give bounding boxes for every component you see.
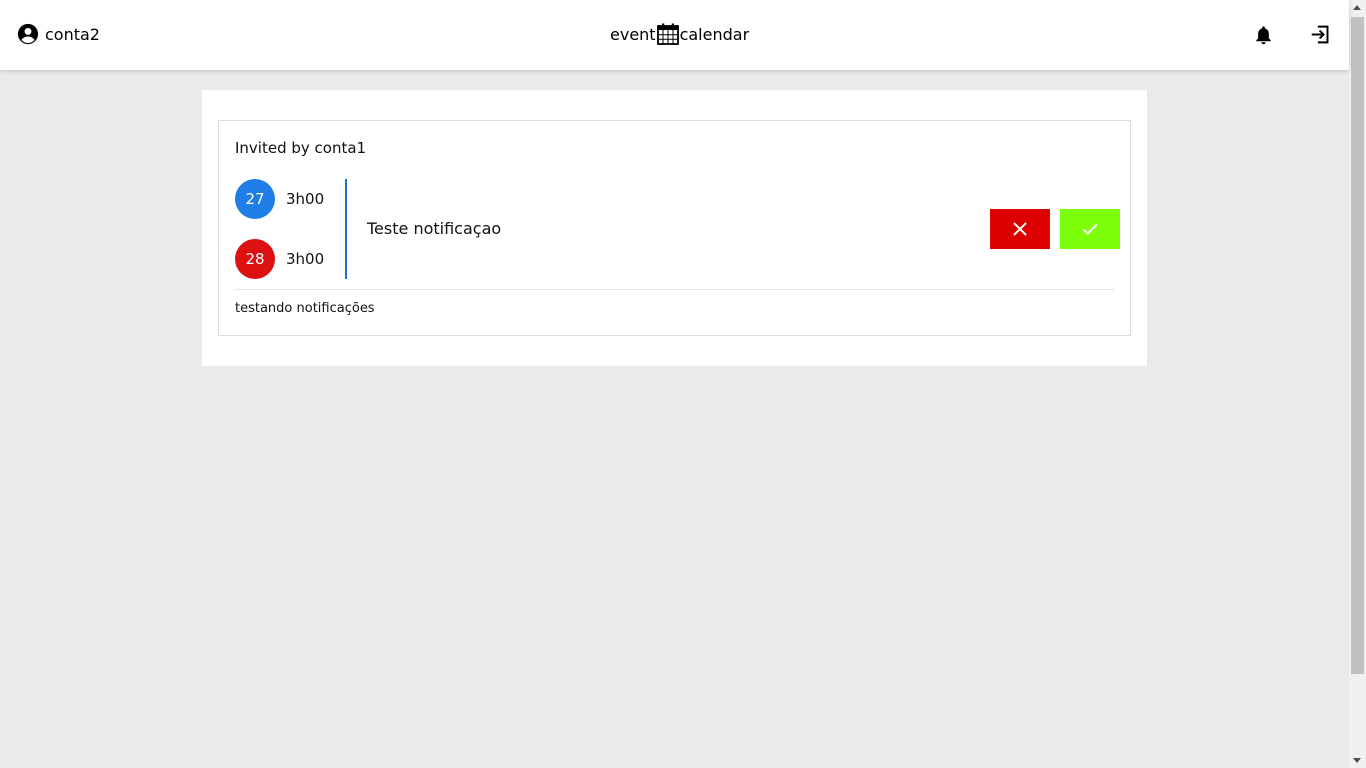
app-logo[interactable]: event calendar	[610, 22, 749, 46]
bell-icon[interactable]	[1253, 24, 1274, 46]
app-viewport: conta2 event calendar Invited by conta1 …	[0, 0, 1349, 768]
invited-by-label: Invited by conta1	[235, 139, 367, 157]
logo-text-right: calendar	[679, 24, 750, 44]
accept-button[interactable]	[1060, 209, 1120, 249]
scroll-down-arrow-icon[interactable]	[1353, 758, 1361, 763]
close-icon	[1013, 222, 1027, 236]
top-bar: conta2 event calendar	[0, 0, 1349, 70]
invites-panel: Invited by conta1 27 3h00 28 3h00 Teste …	[202, 90, 1147, 366]
logo-text-left: event	[610, 24, 656, 44]
user-circle-icon	[17, 23, 39, 45]
start-time: 3h00	[286, 190, 325, 208]
page-scrollbar[interactable]	[1349, 0, 1366, 768]
event-title: Teste notificaçao	[367, 219, 502, 238]
event-description: testando notificações	[235, 301, 375, 316]
end-date-row: 28 3h00	[235, 239, 324, 279]
card-divider	[235, 289, 1114, 290]
logout-icon[interactable]	[1310, 24, 1331, 45]
scrollbar-thumb[interactable]	[1351, 17, 1364, 674]
user-menu[interactable]: conta2	[17, 23, 100, 45]
end-day-badge: 28	[235, 239, 275, 279]
start-date-row: 27 3h00	[235, 179, 324, 219]
check-icon	[1082, 223, 1098, 235]
reject-button[interactable]	[990, 209, 1050, 249]
scroll-up-arrow-icon[interactable]	[1353, 5, 1361, 10]
calendar-icon	[656, 23, 679, 45]
invite-card: Invited by conta1 27 3h00 28 3h00 Teste …	[218, 120, 1131, 336]
end-time: 3h00	[286, 250, 325, 268]
date-divider	[345, 179, 347, 279]
username: conta2	[45, 24, 100, 44]
start-day-badge: 27	[235, 179, 275, 219]
